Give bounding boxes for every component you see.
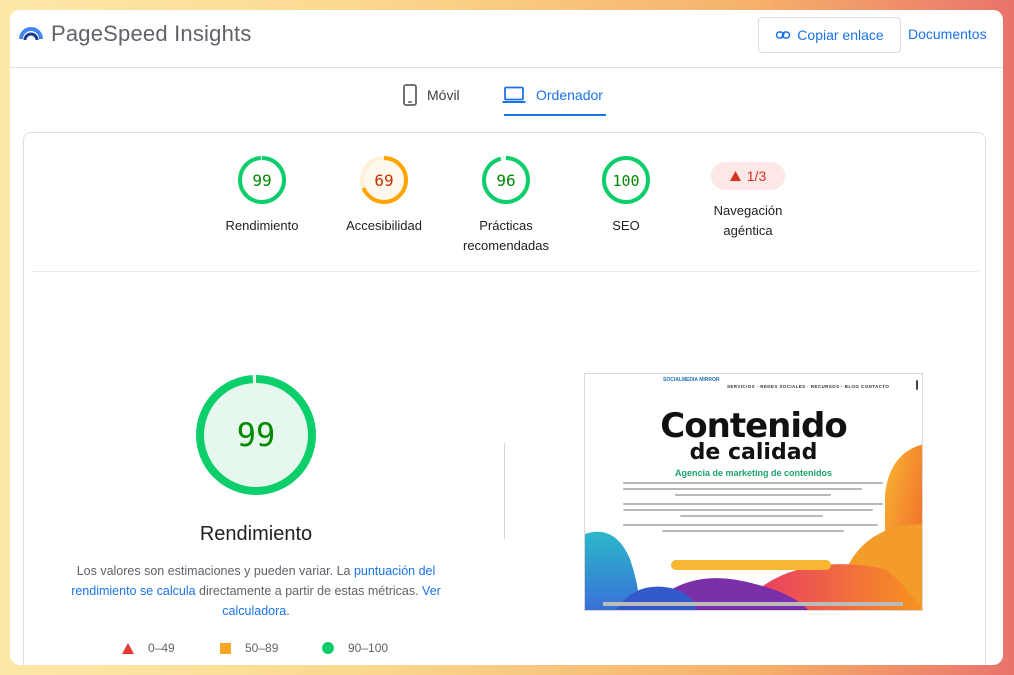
category-performance-label-line1: Rendimiento	[225, 218, 299, 233]
pagespeed-logo-icon	[19, 27, 43, 41]
copy-link-button[interactable]: Copiar enlace	[758, 17, 901, 53]
score-best-practices-value: 96	[496, 171, 515, 190]
performance-gauge-large: 99	[196, 375, 316, 495]
category-agentic-label-line2: agéntica	[723, 223, 773, 238]
score-performance-value: 99	[252, 171, 271, 190]
category-seo[interactable]: 100 SEO	[566, 155, 686, 236]
legend-average-range: 50–89	[245, 641, 279, 655]
score-gauge-best-practices: 96	[482, 156, 530, 204]
preview-scrollbar	[916, 380, 918, 390]
preview-text-line	[680, 515, 824, 517]
score-legend: 0–49 50–89 90–100	[122, 641, 422, 661]
category-best-practices-label-line1: Prácticas	[479, 218, 533, 233]
score-gauge-performance: 99	[238, 156, 286, 204]
agentic-score-pill: 1/3	[711, 162, 785, 190]
disclaimer-text-3: .	[286, 604, 290, 618]
category-seo-label: SEO	[566, 216, 686, 236]
category-agentic-navigation[interactable]: 1/3 Navegación agéntica	[688, 151, 808, 241]
pass-circle-icon	[322, 642, 334, 654]
preview-text-line	[623, 509, 873, 511]
category-accessibility[interactable]: 69 Accesibilidad	[324, 155, 444, 236]
preview-text-line	[623, 488, 863, 490]
score-gauge-seo: 100	[602, 156, 650, 204]
laptop-icon	[502, 86, 526, 103]
category-seo-label-line1: SEO	[612, 218, 640, 233]
preview-text-line	[623, 524, 878, 526]
disclaimer-text-1: Los valores son estimaciones y pueden va…	[76, 564, 354, 578]
tab-mobile[interactable]: Móvil	[403, 80, 460, 110]
tab-desktop-label: Ordenador	[536, 87, 603, 103]
phone-icon	[403, 84, 417, 106]
tab-mobile-label: Móvil	[427, 87, 460, 103]
category-agentic-label-line1: Navegación	[713, 203, 783, 218]
preview-text-line	[675, 494, 831, 496]
report-card: 99 Rendimiento 69 Accesibilidad 96 Práct…	[23, 132, 986, 665]
link-icon	[776, 31, 791, 39]
score-accessibility-value: 69	[374, 171, 393, 190]
category-best-practices-label: Prácticas recomendadas	[446, 216, 566, 256]
performance-title: Rendimiento	[199, 523, 313, 545]
disclaimer-text-2: directamente a partir de estas métricas.	[195, 584, 423, 598]
legend-pass: 90–100	[322, 641, 388, 655]
score-seo-value: 100	[612, 172, 639, 190]
docs-link[interactable]: Documentos	[908, 26, 987, 42]
legend-fail-range: 0–49	[148, 641, 175, 655]
fail-triangle-icon	[122, 642, 134, 654]
section-divider	[32, 271, 978, 272]
top-bar: PageSpeed Insights Copiar enlace Documen…	[10, 10, 1003, 68]
app-title: PageSpeed Insights	[51, 21, 252, 46]
pagespeed-window: PageSpeed Insights Copiar enlace Documen…	[10, 10, 1003, 665]
score-gauge-accessibility: 69	[360, 156, 408, 204]
warning-triangle-icon	[729, 171, 741, 181]
preview-menu: SERVICIOS · REDES SOCIALES · RECURSOS · …	[727, 384, 890, 389]
preview-text-line	[623, 503, 883, 505]
category-best-practices-label-line2: recomendadas	[463, 238, 549, 253]
category-accessibility-label-line1: Accesibilidad	[346, 218, 422, 233]
vertical-divider	[504, 443, 505, 539]
preview-cta-button	[671, 560, 831, 570]
category-performance[interactable]: 99 Rendimiento	[202, 155, 322, 236]
category-accessibility-label: Accesibilidad	[324, 216, 444, 236]
preview-body-text	[623, 482, 883, 536]
preview-brand: SOCIALMEDIA MIRROR	[663, 377, 720, 383]
average-square-icon	[220, 642, 231, 654]
legend-fail: 0–49	[122, 641, 175, 655]
active-tab-indicator	[504, 114, 606, 116]
device-tabs: Móvil Ordenador	[10, 72, 1003, 118]
copy-link-label: Copiar enlace	[797, 27, 884, 43]
preview-text-line	[623, 482, 883, 484]
performance-score-large: 99	[237, 416, 276, 454]
category-best-practices[interactable]: 96 Prácticas recomendadas	[446, 155, 566, 256]
legend-average: 50–89	[220, 641, 278, 655]
score-disclaimer: Los valores son estimaciones y pueden va…	[64, 561, 448, 621]
preview-headline-2: de calidad	[689, 440, 818, 465]
agentic-score-value: 1/3	[746, 168, 767, 184]
tab-desktop[interactable]: Ordenador	[502, 80, 603, 110]
legend-pass-range: 90–100	[348, 641, 389, 655]
preview-text-line	[662, 530, 844, 532]
category-performance-label: Rendimiento	[202, 216, 322, 236]
category-agentic-label: Navegación agéntica	[688, 201, 808, 241]
preview-subheadline: Agencia de marketing de contenidos	[674, 468, 833, 478]
category-scores: 99 Rendimiento 69 Accesibilidad 96 Práct…	[24, 133, 987, 273]
page-screenshot-preview: SOCIALMEDIA MIRROR SERVICIOS · REDES SOC…	[584, 373, 923, 611]
